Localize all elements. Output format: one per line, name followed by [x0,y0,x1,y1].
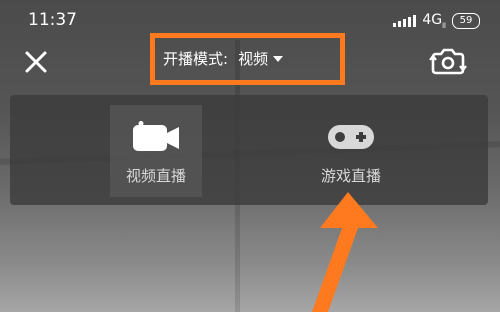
network-label: 4G [422,12,443,28]
battery-icon: 59 [452,12,480,29]
flip-camera-button[interactable] [428,44,468,80]
network-type: 4Gll [422,12,446,30]
mode-dropdown[interactable]: 视频 [238,48,284,69]
network-sub: ll [442,21,446,30]
game-live-label: 游戏直播 [320,167,381,185]
video-live-label: 视频直播 [125,167,186,185]
status-indicators: 4Gll 59 [393,12,480,30]
mode-value: 视频 [238,50,269,68]
chevron-down-icon [273,55,284,62]
status-time: 11:37 [28,10,77,30]
video-camera-icon [131,119,181,155]
annotation-arrow-icon [312,192,378,312]
close-icon [25,51,47,73]
close-button[interactable] [22,48,50,76]
video-live-option[interactable]: 视频直播 [110,105,202,197]
camera-flip-icon [429,48,467,75]
live-mode-panel: 视频直播 游戏直播 [10,95,488,205]
signal-icon [393,14,417,27]
broadcast-mode-selector[interactable]: 开播模式: 视频 [163,48,284,69]
mode-label: 开播模式: [163,50,229,68]
game-live-option[interactable]: 游戏直播 [305,105,397,197]
gamepad-icon [326,119,376,155]
